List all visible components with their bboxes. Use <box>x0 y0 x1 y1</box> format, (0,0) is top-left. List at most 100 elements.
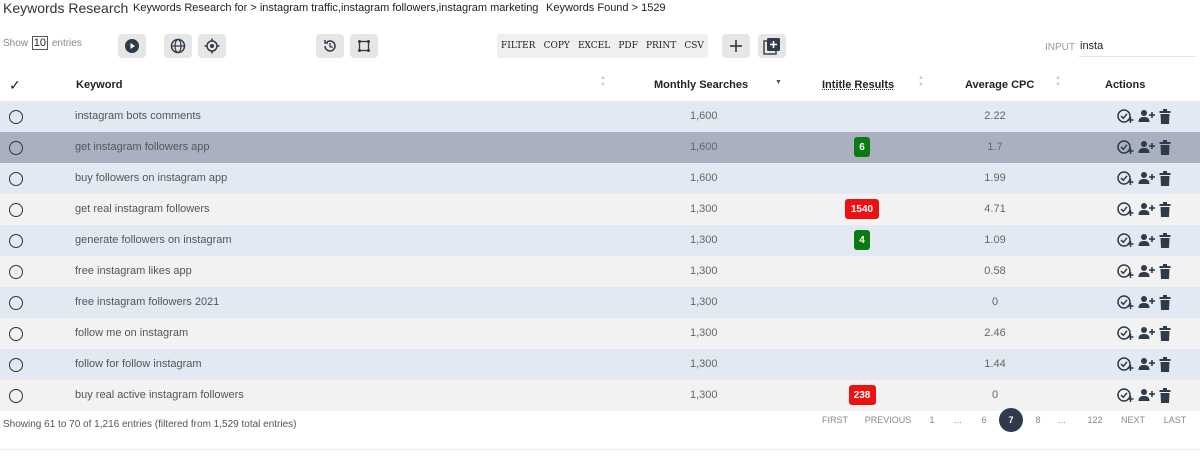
check-add-icon[interactable] <box>1117 356 1134 372</box>
trash-icon[interactable] <box>1159 108 1171 124</box>
intitle-badge: 238 <box>848 385 876 405</box>
trash-icon[interactable] <box>1159 139 1171 155</box>
row-select-radio[interactable] <box>9 358 23 372</box>
row-select-radio[interactable] <box>9 203 23 217</box>
table-row[interactable]: generate followers on instagram 1,300 4 1.0… <box>0 225 1200 256</box>
add-user-icon[interactable] <box>1138 109 1155 123</box>
add-user-icon[interactable] <box>1138 171 1155 185</box>
table-row[interactable]: free instagram likes app 1,300 0.58 <box>0 256 1200 287</box>
add-box-button[interactable] <box>758 34 786 58</box>
keyword-cell: get real instagram followers <box>75 203 210 215</box>
pagination-last[interactable]: LAST <box>1160 407 1190 433</box>
add-user-icon[interactable] <box>1138 202 1155 216</box>
row-select-radio[interactable] <box>9 296 23 310</box>
sort-arrows-icon: ▲ ▼ <box>600 75 606 88</box>
pagination-page-6[interactable]: 6 <box>976 407 992 433</box>
play-button[interactable] <box>118 34 146 58</box>
check-add-icon[interactable] <box>1117 387 1134 403</box>
check-add-icon[interactable] <box>1117 263 1134 279</box>
pagination-next[interactable]: NEXT <box>1118 407 1148 433</box>
row-select-radio[interactable] <box>9 265 23 279</box>
check-add-icon[interactable] <box>1117 232 1134 248</box>
row-select-radio[interactable] <box>9 141 23 155</box>
table-row[interactable]: buy real active instagram followers 1,300… <box>0 380 1200 411</box>
add-user-icon[interactable] <box>1138 295 1155 309</box>
filter-button[interactable]: FILTER <box>501 41 535 51</box>
row-select-radio[interactable] <box>9 389 23 403</box>
excel-button[interactable]: EXCEL <box>578 41 610 51</box>
pagination-page-1[interactable]: 1 <box>924 407 940 433</box>
table-row[interactable]: get instagram followers app 1,600 6 1.7 <box>0 132 1200 163</box>
add-user-icon[interactable] <box>1138 233 1155 247</box>
trash-icon[interactable] <box>1159 232 1171 248</box>
table-row[interactable]: follow for follow instagram 1,300 1.44 <box>0 349 1200 380</box>
target-button[interactable] <box>198 34 226 58</box>
row-select-radio[interactable] <box>9 234 23 248</box>
add-box-icon <box>763 38 780 55</box>
trash-icon[interactable] <box>1159 387 1171 403</box>
table-row[interactable]: free instagram followers 2021 1,300 0 <box>0 287 1200 318</box>
check-add-icon[interactable] <box>1117 294 1134 310</box>
pdf-button[interactable]: PDF <box>618 41 638 51</box>
column-keyword[interactable]: Keyword <box>76 79 122 91</box>
row-select-radio[interactable] <box>9 110 23 124</box>
add-user-icon[interactable] <box>1138 388 1155 402</box>
crop-button[interactable] <box>350 34 378 58</box>
table-row[interactable]: buy followers on instagram app 1,600 1.99 <box>0 163 1200 194</box>
average-cpc-cell: 0.58 <box>984 265 1006 277</box>
row-select-radio[interactable] <box>9 327 23 341</box>
column-intitle-results[interactable]: Intitle Results <box>822 79 894 91</box>
history-button[interactable] <box>316 34 344 58</box>
copy-button[interactable]: COPY <box>544 41 570 51</box>
search-input[interactable] <box>1079 36 1195 57</box>
entries-select[interactable]: 10 <box>31 36 49 50</box>
monthly-searches-cell: 1,300 <box>690 389 718 401</box>
globe-button[interactable] <box>164 34 192 58</box>
pagination-first[interactable]: FIRST <box>818 407 852 433</box>
print-button[interactable]: PRINT <box>646 41 676 51</box>
row-select-radio[interactable] <box>9 172 23 186</box>
trash-icon[interactable] <box>1159 325 1171 341</box>
check-add-icon[interactable] <box>1117 139 1134 155</box>
check-add-icon[interactable] <box>1117 170 1134 186</box>
check-all-icon[interactable]: ✓ <box>9 77 21 94</box>
monthly-searches-cell: 1,600 <box>690 172 718 184</box>
keyword-cell: buy followers on instagram app <box>75 172 228 184</box>
trash-icon[interactable] <box>1159 263 1171 279</box>
column-average-cpc[interactable]: Average CPC <box>965 79 1034 91</box>
monthly-searches-cell: 1,300 <box>690 296 718 308</box>
check-add-icon[interactable] <box>1117 325 1134 341</box>
pagination-page-122[interactable]: 122 <box>1080 407 1110 433</box>
add-button[interactable] <box>722 34 750 58</box>
row-actions <box>1117 387 1171 403</box>
monthly-searches-cell: 1,300 <box>690 265 718 277</box>
add-user-icon[interactable] <box>1138 357 1155 371</box>
table-row[interactable]: get real instagram followers 1,300 1540 4.7… <box>0 194 1200 225</box>
keyword-cell: free instagram likes app <box>75 265 192 277</box>
average-cpc-cell: 1.44 <box>984 358 1006 370</box>
trash-icon[interactable] <box>1159 201 1171 217</box>
entries-label: entries <box>51 38 82 49</box>
add-user-icon[interactable] <box>1138 264 1155 278</box>
pagination-current-page[interactable]: 7 <box>999 408 1023 432</box>
average-cpc-cell: 2.22 <box>984 110 1006 122</box>
pagination-ellipsis: ... <box>1058 415 1066 425</box>
keyword-cell: buy real active instagram followers <box>75 389 244 401</box>
keywords-found-text: Keywords Found > 1529 <box>546 2 666 14</box>
trash-icon[interactable] <box>1159 170 1171 186</box>
pagination-previous[interactable]: PREVIOUS <box>862 407 914 433</box>
add-user-icon[interactable] <box>1138 140 1155 154</box>
monthly-searches-cell: 1,600 <box>690 141 718 153</box>
trash-icon[interactable] <box>1159 356 1171 372</box>
table-row[interactable]: instagram bots comments 1,600 2.22 <box>0 101 1200 132</box>
pagination-page-8[interactable]: 8 <box>1030 407 1046 433</box>
trash-icon[interactable] <box>1159 294 1171 310</box>
check-add-icon[interactable] <box>1117 201 1134 217</box>
sort-arrows-icon: ▲ ▼ <box>918 75 924 88</box>
column-monthly-searches[interactable]: Monthly Searches <box>654 79 748 91</box>
average-cpc-cell: 0 <box>991 296 999 308</box>
csv-button[interactable]: CSV <box>684 41 704 51</box>
check-add-icon[interactable] <box>1117 108 1134 124</box>
table-row[interactable]: follow me on instagram 1,300 2.46 <box>0 318 1200 349</box>
add-user-icon[interactable] <box>1138 326 1155 340</box>
